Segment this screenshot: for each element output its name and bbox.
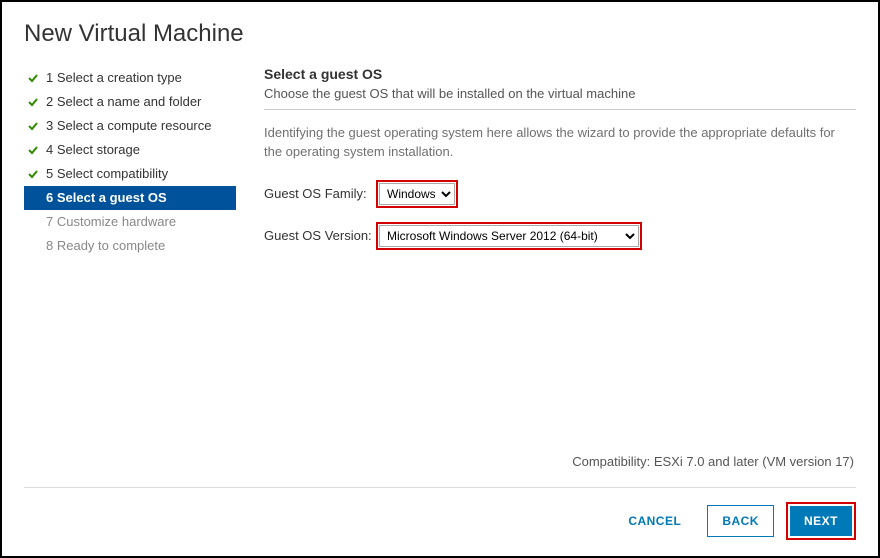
wizard-step-8: 8 Ready to complete [24,234,236,258]
guest-os-version-row: Guest OS Version: Microsoft Windows Serv… [264,222,856,250]
wizard-step-3[interactable]: 3 Select a compute resource [24,114,236,138]
checkmark-icon [26,168,40,180]
next-button-highlight: NEXT [786,502,856,540]
wizard-step-label: 4 Select storage [46,141,140,159]
checkmark-icon [26,120,40,132]
wizard-step-5[interactable]: 5 Select compatibility [24,162,236,186]
wizard-step-label: 5 Select compatibility [46,165,168,183]
wizard-step-label: 3 Select a compute resource [46,117,211,135]
wizard-steps-sidebar: 1 Select a creation type 2 Select a name … [24,66,236,487]
panel-footer: Compatibility: ESXi 7.0 and later (VM ve… [264,454,856,487]
wizard-step-2[interactable]: 2 Select a name and folder [24,90,236,114]
guest-os-family-select[interactable]: Windows [379,183,455,205]
wizard-step-1[interactable]: 1 Select a creation type [24,66,236,90]
checkmark-icon [26,144,40,156]
back-button[interactable]: BACK [707,505,774,537]
guest-os-version-select[interactable]: Microsoft Windows Server 2012 (64-bit) [379,225,639,247]
wizard-button-bar: CANCEL BACK NEXT [24,487,856,540]
wizard-step-label: 1 Select a creation type [46,69,182,87]
compatibility-text: Compatibility: ESXi 7.0 and later (VM ve… [264,454,856,469]
guest-os-family-label: Guest OS Family: [264,186,376,201]
panel-heading: Select a guest OS [264,66,856,82]
guest-os-version-label: Guest OS Version: [264,228,376,243]
cancel-button[interactable]: CANCEL [614,506,695,536]
guest-os-family-row: Guest OS Family: Windows [264,180,856,208]
new-vm-wizard-dialog: New Virtual Machine 1 Select a creation … [2,2,878,556]
wizard-step-label: 8 Ready to complete [46,237,165,255]
dialog-title: New Virtual Machine [24,20,856,48]
wizard-step-label: 7 Customize hardware [46,213,176,231]
checkmark-icon [26,96,40,108]
guest-os-family-highlight: Windows [376,180,458,208]
panel-subheading: Choose the guest OS that will be install… [264,86,856,110]
wizard-step-label: 6 Select a guest OS [46,189,167,207]
guest-os-version-highlight: Microsoft Windows Server 2012 (64-bit) [376,222,642,250]
dialog-body: 1 Select a creation type 2 Select a name … [24,66,856,487]
wizard-main-panel: Select a guest OS Choose the guest OS th… [236,66,856,487]
wizard-step-6[interactable]: 6 Select a guest OS [24,186,236,210]
wizard-step-4[interactable]: 4 Select storage [24,138,236,162]
checkmark-icon [26,72,40,84]
next-button[interactable]: NEXT [790,506,852,536]
panel-helper-text: Identifying the guest operating system h… [264,124,856,162]
wizard-step-7: 7 Customize hardware [24,210,236,234]
wizard-step-label: 2 Select a name and folder [46,93,201,111]
